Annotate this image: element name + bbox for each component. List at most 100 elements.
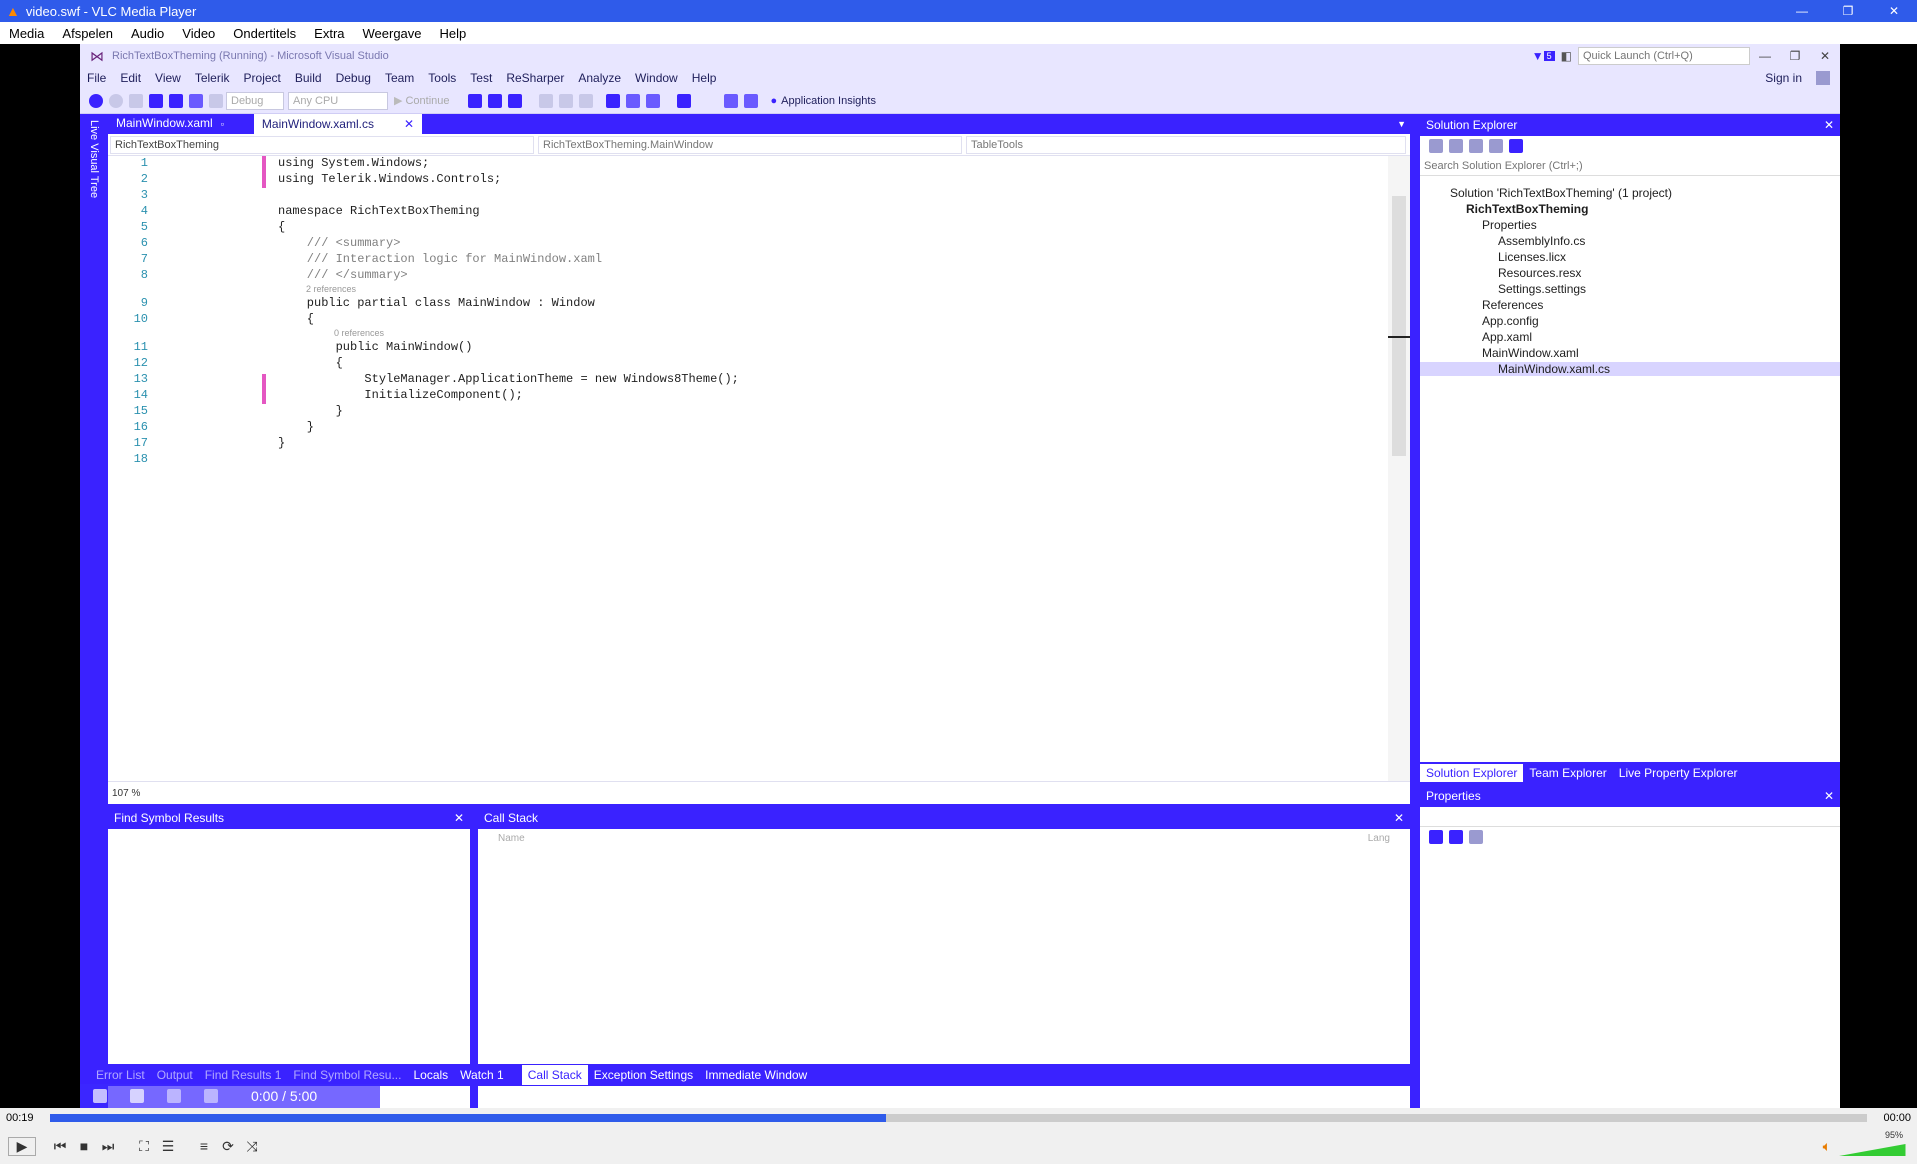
diagnostics-icon[interactable] [605,93,620,108]
overlay-pause-icon[interactable] [130,1089,144,1103]
live-visual-tree-sidetab[interactable]: Live Visual Tree [80,114,108,1108]
tab-live-property-explorer[interactable]: Live Property Explorer [1613,764,1744,782]
vs-menu-help[interactable]: Help [685,71,724,85]
vs-menu-analyze[interactable]: Analyze [571,71,628,85]
tree-item-mainwindow-xaml[interactable]: MainWindow.xaml [1482,346,1579,360]
tab-close-icon[interactable]: ✕ [404,117,414,131]
platform-dropdown[interactable]: Any CPU [288,91,388,110]
undo-icon[interactable] [189,93,203,108]
vs-menu-file[interactable]: File [80,71,113,85]
tab-overflow-icon[interactable]: ▼ [1397,119,1406,129]
notification-badge[interactable]: 5 [1543,51,1555,61]
stop-icon[interactable]: ■ [72,1138,96,1154]
tab-call-stack[interactable]: Call Stack [521,1065,588,1085]
vlc-menu-afspelen[interactable]: Afspelen [53,26,122,41]
editor-scrollbar[interactable] [1388,156,1410,781]
browser-link-icon[interactable] [743,93,758,108]
filter-icon[interactable]: ▼ [1532,49,1544,63]
vlc-menu-media[interactable]: Media [0,26,53,41]
step-over-icon[interactable] [558,93,573,108]
minimize-icon[interactable]: — [1779,4,1825,18]
vs-close-icon[interactable]: ✕ [1810,49,1840,63]
refresh-icon[interactable] [1469,139,1483,153]
codelens-references[interactable]: 0 references [334,328,384,338]
tab-find-results[interactable]: Find Results 1 [199,1065,288,1085]
scrollbar-thumb[interactable] [1392,196,1406,456]
pin-icon[interactable]: ▫ [221,119,224,129]
tab-solution-explorer[interactable]: Solution Explorer [1420,764,1524,782]
home-icon[interactable] [1429,139,1443,153]
tab-error-list[interactable]: Error List [90,1065,151,1085]
close-icon[interactable]: ✕ [1871,4,1917,18]
maximize-icon[interactable]: ❐ [1825,4,1871,18]
tab-exception-settings[interactable]: Exception Settings [588,1065,699,1085]
fullscreen-icon[interactable]: ⛶ [132,1138,156,1155]
vlc-menu-ondertitels[interactable]: Ondertitels [224,26,305,41]
vlc-menu-extra[interactable]: Extra [305,26,353,41]
app-insights-button[interactable]: ● Application Insights [771,95,876,107]
vs-menu-team[interactable]: Team [378,71,421,85]
vlc-menu-weergave[interactable]: Weergave [354,26,431,41]
overlay-undo-icon[interactable] [204,1089,218,1103]
tab-watch[interactable]: Watch 1 [454,1065,510,1085]
class-nav-dropdown[interactable]: RichTextBoxTheming.MainWindow [538,135,962,154]
tree-item-solution[interactable]: Solution 'RichTextBoxTheming' (1 project… [1450,186,1672,200]
tab-find-symbol[interactable]: Find Symbol Resu... [287,1065,407,1085]
prev-icon[interactable]: ⏮ [48,1138,72,1155]
overlay-stop-icon[interactable] [93,1089,107,1103]
publish-button[interactable]: ↑ Publish [1558,1091,1603,1103]
stop-debug-icon[interactable] [487,93,502,108]
sync-icon[interactable] [1449,139,1463,153]
playlist-icon[interactable]: ≡ [192,1138,216,1154]
vlc-menu-help[interactable]: Help [431,26,476,41]
code-area[interactable]: 1 2 3 4 5 6 7 8 9 10 11 12 13 14 15 16 1… [108,156,1388,781]
extended-settings-icon[interactable]: ☰ [156,1138,180,1155]
vs-menu-tools[interactable]: Tools [421,71,463,85]
tree-item-licenses[interactable]: Licenses.licx [1498,250,1566,264]
vlc-menu-audio[interactable]: Audio [122,26,173,41]
properties-object-dropdown[interactable] [1420,807,1840,827]
tree-item-app-xaml[interactable]: App.xaml [1482,330,1532,344]
tab-mainwindow-xaml-cs[interactable]: MainWindow.xaml.cs ✕ [253,114,422,134]
panel-close-icon[interactable]: ✕ [1394,811,1404,825]
tab-locals[interactable]: Locals [407,1065,454,1085]
tree-item-properties[interactable]: Properties [1482,218,1537,232]
tab-mainwindow-xaml[interactable]: MainWindow.xaml [108,114,221,134]
codelens-references[interactable]: 2 references [306,284,356,294]
comment-icon[interactable] [645,93,660,108]
vs-menu-view[interactable]: View [148,71,188,85]
collapse-all-icon[interactable] [1489,139,1503,153]
tree-item-resources[interactable]: Resources.resx [1498,266,1581,280]
tree-item-assemblyinfo[interactable]: AssemblyInfo.cs [1498,234,1585,248]
overlay-bug-icon[interactable] [167,1089,181,1103]
continue-button[interactable]: ▶ Continue [394,94,450,108]
vlc-menu-video[interactable]: Video [173,26,224,41]
tab-output[interactable]: Output [151,1065,199,1085]
forward-icon[interactable] [109,93,123,108]
play-button-icon[interactable]: ▶ [8,1136,36,1156]
format-icon[interactable] [625,93,640,108]
save-all-icon[interactable] [169,93,183,108]
vs-menu-build[interactable]: Build [288,71,329,85]
loop-icon[interactable]: ⟳ [216,1138,240,1155]
categorized-icon[interactable] [1429,830,1443,844]
new-project-icon[interactable] [129,93,143,108]
vs-menu-project[interactable]: Project [237,71,288,85]
vs-menu-debug[interactable]: Debug [329,71,378,85]
properties-icon[interactable] [1509,139,1523,153]
speaker-icon[interactable]: 🔈︎ [1823,1138,1831,1155]
alphabetical-icon[interactable] [1449,830,1463,844]
tab-immediate-window[interactable]: Immediate Window [699,1065,813,1085]
solution-search-input[interactable] [1420,156,1840,176]
vs-menu-edit[interactable]: Edit [113,71,148,85]
volume-slider[interactable]: 95% [1839,1130,1909,1156]
redo-icon[interactable] [209,93,223,108]
step-into-icon[interactable] [538,93,553,108]
member-nav-dropdown[interactable]: TableTools [966,135,1406,154]
property-pages-icon[interactable] [1469,830,1483,844]
shuffle-icon[interactable]: ⤨ [240,1138,264,1155]
vs-menu-test[interactable]: Test [463,71,499,85]
vs-menu-resharper[interactable]: ReSharper [499,71,571,85]
tree-item-app-config[interactable]: App.config [1482,314,1539,328]
break-all-icon[interactable] [467,93,482,108]
